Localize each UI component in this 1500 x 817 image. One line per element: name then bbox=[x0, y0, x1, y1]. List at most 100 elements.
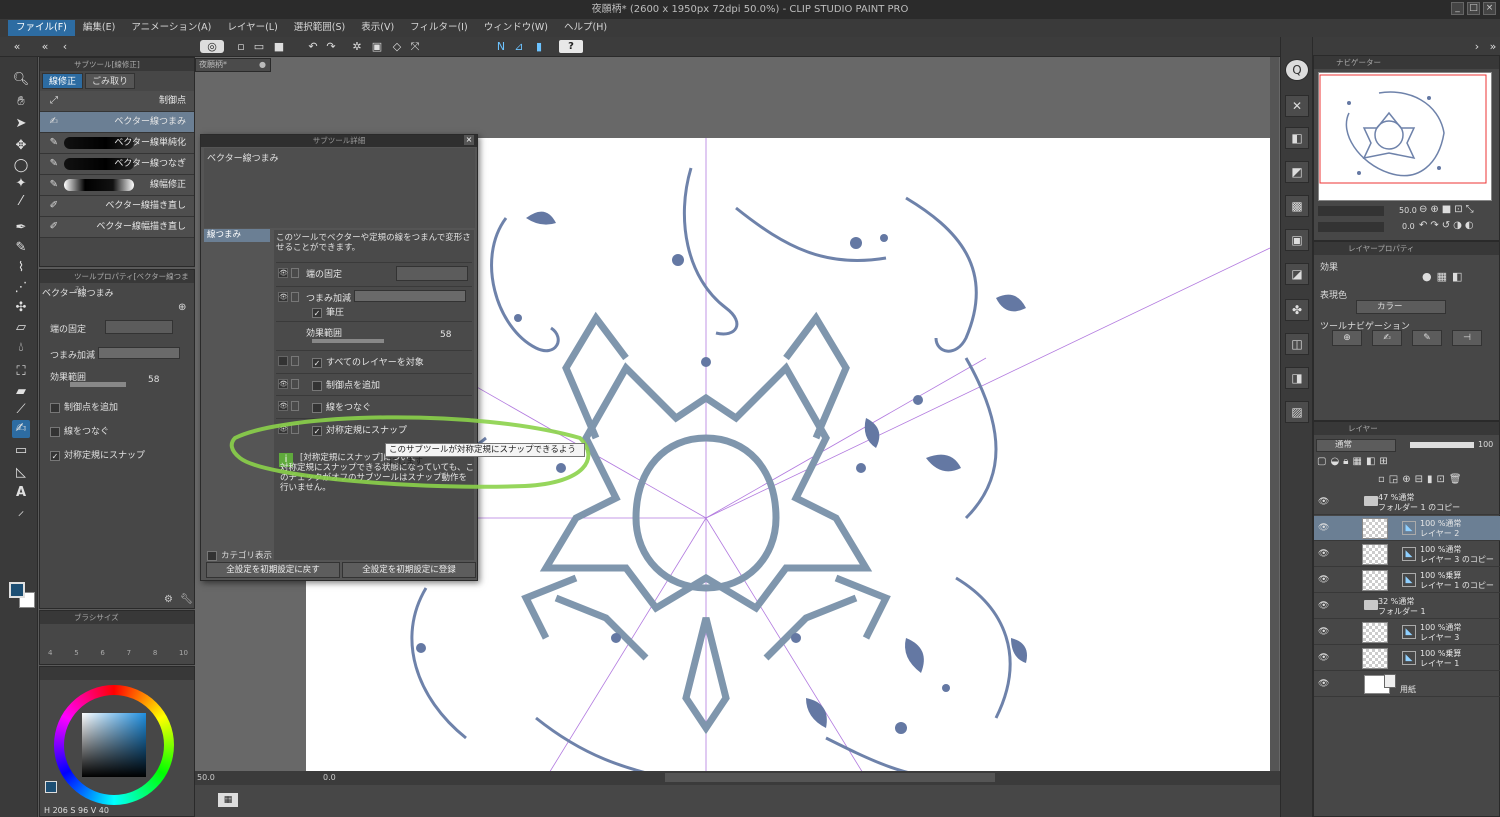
blend-tool-icon[interactable]: 💧︎ bbox=[12, 339, 30, 357]
pinch-accel-slider[interactable] bbox=[98, 347, 180, 359]
material-3d-icon[interactable]: ✤ bbox=[1285, 299, 1309, 321]
clear-icon[interactable]: ✲ bbox=[350, 40, 364, 53]
subtool-item-simplify[interactable]: ✎ ベクター線単純化 bbox=[40, 133, 194, 154]
menu-edit[interactable]: 編集(E) bbox=[75, 20, 123, 36]
collapse-left-icon[interactable]: « bbox=[38, 40, 52, 53]
layer-row[interactable]: 👁︎ ◣ 100 %通常 レイヤー 3 のコピー bbox=[1314, 542, 1500, 567]
figure-tool-icon[interactable]: ⟋ bbox=[12, 401, 30, 419]
canvas-tab[interactable]: 夜願柄* ● bbox=[195, 58, 271, 72]
material-balloon-icon[interactable]: ▨ bbox=[1285, 401, 1309, 423]
category-item[interactable]: 線つまみ bbox=[204, 229, 270, 242]
lock-icon[interactable] bbox=[291, 356, 299, 366]
row-pinch-accel[interactable]: 👁︎ つまみ加減 ✓ 筆圧 bbox=[276, 286, 472, 320]
menu-help[interactable]: ヘルプ(H) bbox=[556, 20, 615, 36]
navigator-zoom-buttons[interactable]: ⊖⊕■⊡⤡ bbox=[1419, 204, 1477, 215]
lock-icon[interactable] bbox=[291, 268, 299, 278]
lock-icon[interactable] bbox=[291, 379, 299, 389]
effect-range-value[interactable]: 58 bbox=[148, 375, 159, 385]
snap-symmetric-option[interactable]: ✓ 対称定規にスナップ bbox=[50, 448, 145, 461]
show-category-option[interactable]: カテゴリ表示 bbox=[207, 549, 272, 561]
menu-filter[interactable]: フィルター(I) bbox=[402, 20, 476, 36]
tool-nav-button[interactable]: ⊣ bbox=[1452, 330, 1482, 346]
tab-line-correction[interactable]: 線修正 bbox=[42, 73, 84, 89]
brush-size-item[interactable]: 4 bbox=[48, 649, 52, 657]
menu-file[interactable]: ファイル(F) bbox=[8, 20, 75, 36]
layer-row[interactable]: 👁︎ ◣ 100 %乗算 レイヤー 1 bbox=[1314, 646, 1500, 671]
fill-tool-icon[interactable]: ⛶ bbox=[12, 363, 30, 381]
text-tool-icon[interactable]: A bbox=[12, 484, 30, 502]
navigator-rotate-buttons[interactable]: ↶↷↺◑◐ bbox=[1419, 220, 1477, 231]
reset-defaults-button[interactable]: 全設定を初期設定に戻す bbox=[206, 562, 340, 578]
color-mode-dropdown[interactable]: カラー bbox=[1356, 300, 1446, 314]
eye-icon[interactable]: 👁︎ bbox=[1318, 627, 1329, 637]
effect-buttons[interactable]: ●▦◧ bbox=[1422, 270, 1467, 283]
layer-row[interactable]: 👁︎ 47 %通常 フォルダー 1 のコピー bbox=[1314, 490, 1500, 515]
subtool-item-control-point[interactable]: ⤢ 制御点 bbox=[40, 91, 194, 112]
menu-window[interactable]: ウィンドウ(W) bbox=[476, 20, 556, 36]
pressure-option[interactable]: ✓ 筆圧 bbox=[312, 305, 344, 318]
pencil-tool-icon[interactable]: ✎ bbox=[12, 239, 30, 257]
snap-special-ruler-icon[interactable]: ⊿ bbox=[512, 40, 526, 53]
correct-line-tool-icon[interactable]: ✍︎ bbox=[12, 420, 30, 438]
snap-ruler-icon[interactable]: N bbox=[494, 40, 508, 53]
move-tool-icon[interactable]: ✋︎ bbox=[12, 93, 30, 111]
snap-grid-icon[interactable]: ▮ bbox=[532, 40, 546, 53]
airbrush-icon[interactable]: ⋰ bbox=[12, 279, 30, 297]
brush-size-item[interactable]: 5 bbox=[74, 649, 78, 657]
ruler-tool-icon[interactable]: ▭ bbox=[12, 442, 30, 460]
tool-nav-button[interactable]: ⊕ bbox=[1332, 330, 1362, 346]
layer-move-icon[interactable]: ✥ bbox=[12, 137, 30, 155]
eye-icon[interactable] bbox=[278, 356, 288, 366]
operation-tool-icon[interactable]: ➤ bbox=[12, 115, 30, 133]
menu-selection[interactable]: 選択範囲(S) bbox=[286, 20, 353, 36]
magnify-icon[interactable]: ⊕ bbox=[178, 302, 186, 313]
eye-icon[interactable]: 👁︎ bbox=[278, 292, 288, 302]
maximize-button[interactable]: □ bbox=[1467, 2, 1480, 15]
gradient-tool-icon[interactable]: ▰ bbox=[12, 383, 30, 401]
transform-icon[interactable]: ◇ bbox=[390, 40, 404, 53]
connect-lines-checkbox[interactable] bbox=[50, 426, 60, 437]
subtool-item-vector-pinch[interactable]: ✍︎ ベクター線つまみ bbox=[40, 112, 194, 133]
selection-tool-icon[interactable]: ◯ bbox=[12, 157, 30, 175]
new-file-icon[interactable]: ▫ bbox=[234, 40, 248, 53]
scale-icon[interactable]: ⤧ bbox=[408, 40, 422, 53]
clip-studio-icon[interactable]: ◎ bbox=[200, 40, 224, 53]
angle-value[interactable]: 0.0 bbox=[323, 773, 336, 782]
close-icon[interactable]: × bbox=[464, 135, 474, 145]
settings-icon[interactable]: ⚙ bbox=[164, 594, 173, 605]
minimize-button[interactable]: _ bbox=[1451, 2, 1464, 15]
fix-ends-selector[interactable] bbox=[105, 320, 173, 334]
eraser-tool-icon[interactable]: ▱ bbox=[12, 319, 30, 337]
layer-row[interactable]: 👁︎ ◣ 100 %乗算 レイヤー 1 のコピー bbox=[1314, 568, 1500, 593]
navigator-zoom-value[interactable]: 50.0 bbox=[1399, 206, 1417, 215]
tool-nav-button[interactable]: ✍︎ bbox=[1372, 330, 1402, 346]
material-texture-icon[interactable]: ▩ bbox=[1285, 195, 1309, 217]
film-icon[interactable]: ▦ bbox=[218, 793, 238, 807]
auto-select-icon[interactable]: ✦ bbox=[12, 175, 30, 193]
layer-tools-row[interactable]: ▢◒🔒︎▦◧⊞ bbox=[1317, 456, 1392, 467]
decoration-icon[interactable]: ✣ bbox=[12, 299, 30, 317]
eye-icon[interactable]: 👁︎ bbox=[1318, 679, 1329, 689]
snap-symmetric-checkbox[interactable]: ✓ bbox=[50, 450, 60, 461]
collapse-left-icon[interactable]: « bbox=[10, 40, 24, 53]
eye-icon[interactable]: 👁︎ bbox=[1318, 575, 1329, 585]
rotate-slider[interactable] bbox=[1318, 222, 1384, 232]
subtool-item-connect[interactable]: ✎ ベクター線つなぎ bbox=[40, 154, 194, 175]
brush-size-item[interactable]: 10 bbox=[179, 649, 188, 657]
subtool-item-redraw-width[interactable]: ✐ ベクター線幅描き直し bbox=[40, 217, 194, 238]
eye-icon[interactable]: 👁︎ bbox=[278, 379, 288, 389]
layer-actions-row[interactable]: ▫◲⊕⊟▮⊡🗑︎ bbox=[1378, 474, 1466, 485]
all-layers-option[interactable]: ✓ すべてのレイヤーを対象 bbox=[312, 355, 424, 368]
eye-icon[interactable]: 👁︎ bbox=[1318, 549, 1329, 559]
row-effect-range[interactable]: 効果範囲 58 bbox=[276, 321, 472, 347]
menu-animation[interactable]: アニメーション(A) bbox=[123, 20, 219, 36]
effect-range-slider[interactable] bbox=[70, 382, 126, 387]
material-image-icon[interactable]: ▣ bbox=[1285, 229, 1309, 251]
blend-mode-dropdown[interactable]: 通常 bbox=[1316, 439, 1396, 452]
open-file-icon[interactable]: ▭ bbox=[252, 40, 266, 53]
close-tab-icon[interactable]: ● bbox=[259, 59, 266, 71]
material-pose-icon[interactable]: ◫ bbox=[1285, 333, 1309, 355]
connect-lines-option[interactable]: 線をつなぐ bbox=[50, 424, 109, 437]
opacity-slider[interactable] bbox=[1410, 442, 1474, 448]
undo-icon[interactable]: ↶ bbox=[306, 40, 320, 53]
